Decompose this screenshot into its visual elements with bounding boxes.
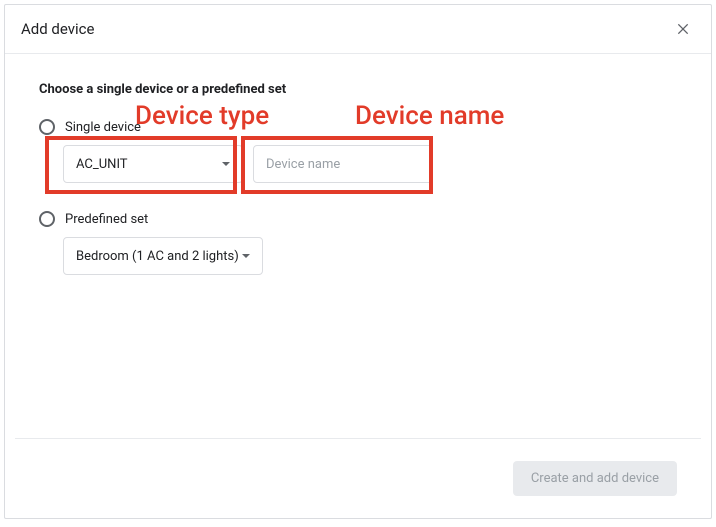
predefined-set-value: Bedroom (1 AC and 2 lights) — [76, 249, 239, 264]
dialog-body: Choose a single device or a predefined s… — [5, 54, 711, 438]
annotation-device-type-box — [45, 136, 237, 194]
dialog-title: Add device — [21, 20, 94, 38]
chevron-down-icon — [242, 254, 250, 258]
close-icon — [676, 22, 690, 36]
annotation-device-name-label: Device name — [355, 101, 504, 131]
predefined-set-label: Predefined set — [65, 212, 148, 227]
predefined-set-select[interactable]: Bedroom (1 AC and 2 lights) — [63, 237, 263, 275]
predefined-set-option: Predefined set Bedroom (1 AC and 2 light… — [39, 211, 677, 275]
radio-icon — [39, 119, 55, 135]
annotation-device-type-label: Device type — [135, 101, 269, 131]
radio-icon — [39, 211, 55, 227]
add-device-dialog: Add device Choose a single device or a p… — [4, 4, 712, 519]
predefined-set-fields: Bedroom (1 AC and 2 lights) — [63, 237, 677, 275]
predefined-set-radio-row[interactable]: Predefined set — [39, 211, 677, 227]
dialog-footer: Create and add device — [15, 438, 701, 518]
annotation-device-name-box — [241, 136, 433, 194]
create-and-add-button[interactable]: Create and add device — [513, 461, 677, 496]
close-button[interactable] — [671, 17, 695, 41]
single-device-label: Single device — [65, 120, 141, 135]
dialog-header: Add device — [5, 5, 711, 54]
instruction-text: Choose a single device or a predefined s… — [39, 82, 677, 97]
